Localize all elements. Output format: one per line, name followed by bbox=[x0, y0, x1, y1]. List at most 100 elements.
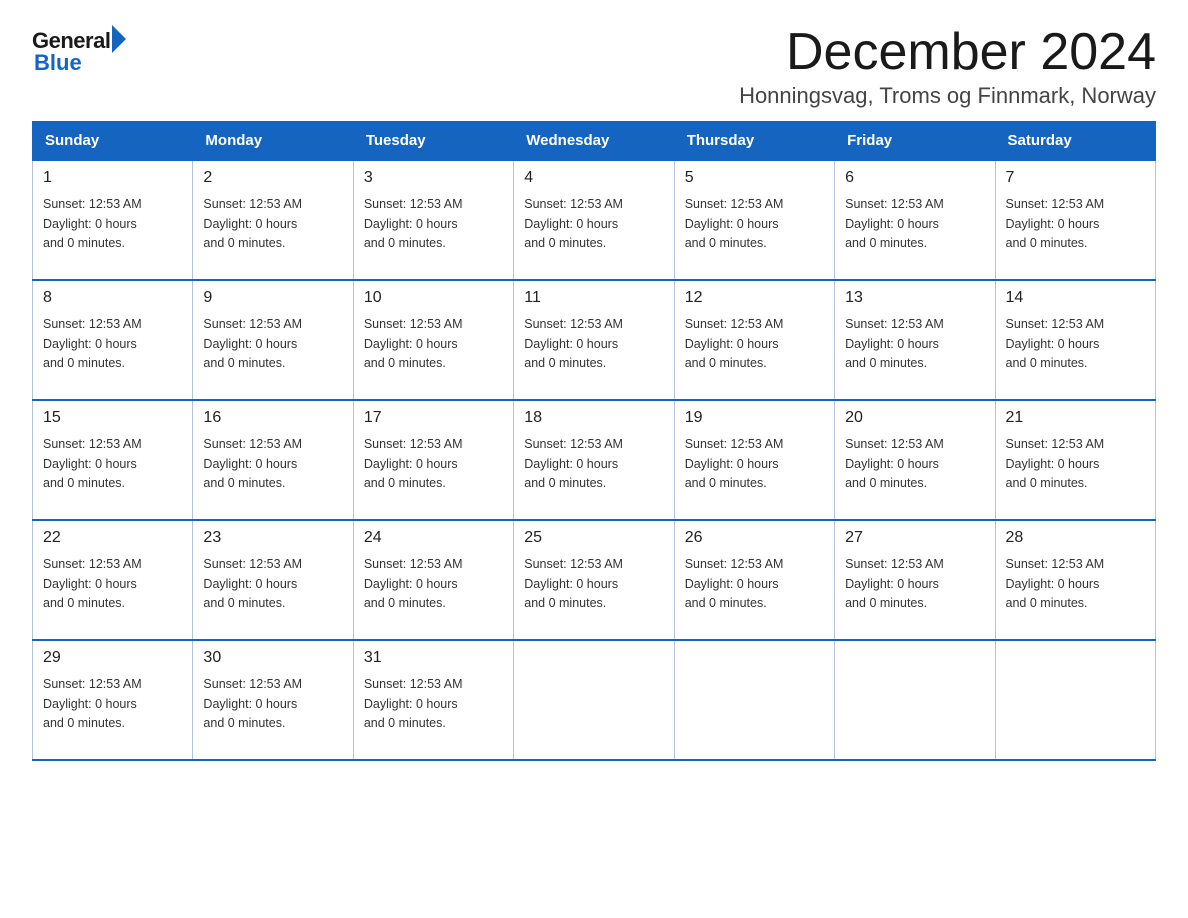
day-info: Sunset: 12:53 AM Daylight: 0 hours and 0… bbox=[203, 195, 342, 253]
day-number: 19 bbox=[685, 409, 824, 427]
calendar-cell-empty bbox=[995, 640, 1155, 760]
logo: General Blue bbox=[32, 28, 126, 76]
day-number: 3 bbox=[364, 169, 503, 187]
day-number: 8 bbox=[43, 289, 182, 307]
day-number: 20 bbox=[845, 409, 984, 427]
header-friday: Friday bbox=[835, 122, 995, 161]
day-number: 2 bbox=[203, 169, 342, 187]
day-info: Sunset: 12:53 AM Daylight: 0 hours and 0… bbox=[685, 555, 824, 613]
day-info: Sunset: 12:53 AM Daylight: 0 hours and 0… bbox=[845, 315, 984, 373]
week-row-2: 8 Sunset: 12:53 AM Daylight: 0 hours and … bbox=[33, 280, 1156, 400]
day-number: 5 bbox=[685, 169, 824, 187]
day-number: 31 bbox=[364, 649, 503, 667]
calendar-cell-20: 20 Sunset: 12:53 AM Daylight: 0 hours and… bbox=[835, 400, 995, 520]
day-number: 21 bbox=[1006, 409, 1145, 427]
calendar-cell-19: 19Sunset: 12:53 AM Daylight: 0 hours and… bbox=[674, 400, 834, 520]
day-info: Sunset: 12:53 AM Daylight: 0 hours and 0… bbox=[364, 195, 503, 253]
day-number: 16 bbox=[203, 409, 342, 427]
calendar-cell-31: 31 Sunset: 12:53 AM Daylight: 0 hours and… bbox=[353, 640, 513, 760]
day-number: 12 bbox=[685, 289, 824, 307]
day-info: Sunset: 12:53 AM Daylight: 0 hours and 0… bbox=[43, 195, 182, 253]
calendar-cell-18: 18 Sunset: 12:53 AM Daylight: 0 hours and… bbox=[514, 400, 674, 520]
calendar-cell-14: 14 Sunset: 12:53 AM Daylight: 0 hours and… bbox=[995, 280, 1155, 400]
day-number: 24 bbox=[364, 529, 503, 547]
calendar-cell-9: 9 Sunset: 12:53 AM Daylight: 0 hours and … bbox=[193, 280, 353, 400]
day-info: Sunset: 12:53 AM Daylight: 0 hours and 0… bbox=[1006, 315, 1145, 373]
day-number: 14 bbox=[1006, 289, 1145, 307]
calendar-cell-4: 4Sunset: 12:53 AM Daylight: 0 hours and … bbox=[514, 160, 674, 280]
header-saturday: Saturday bbox=[995, 122, 1155, 161]
day-info: Sunset: 12:53 AM Daylight: 0 hours and 0… bbox=[845, 435, 984, 493]
day-info: Sunset: 12:53 AM Daylight: 0 hours and 0… bbox=[845, 555, 984, 613]
day-info: Sunset: 12:53 AM Daylight: 0 hours and 0… bbox=[364, 435, 503, 493]
calendar-table: SundayMondayTuesdayWednesdayThursdayFrid… bbox=[32, 121, 1156, 761]
header-tuesday: Tuesday bbox=[353, 122, 513, 161]
day-info: Sunset: 12:53 AM Daylight: 0 hours and 0… bbox=[364, 675, 503, 733]
day-info: Sunset: 12:53 AM Daylight: 0 hours and 0… bbox=[845, 195, 984, 253]
logo-blue-text: Blue bbox=[34, 50, 82, 76]
calendar-cell-3: 3 Sunset: 12:53 AM Daylight: 0 hours and … bbox=[353, 160, 513, 280]
day-info: Sunset: 12:53 AM Daylight: 0 hours and 0… bbox=[1006, 555, 1145, 613]
day-number: 1 bbox=[43, 169, 182, 187]
page-header: General Blue December 2024 Honningsvag, … bbox=[32, 24, 1156, 109]
day-info: Sunset: 12:53 AM Daylight: 0 hours and 0… bbox=[43, 435, 182, 493]
day-info: Sunset: 12:53 AM Daylight: 0 hours and 0… bbox=[1006, 435, 1145, 493]
calendar-cell-empty bbox=[835, 640, 995, 760]
calendar-cell-27: 27 Sunset: 12:53 AM Daylight: 0 hours and… bbox=[835, 520, 995, 640]
day-info: Sunset: 12:53 AM Daylight: 0 hours and 0… bbox=[203, 315, 342, 373]
calendar-cell-22: 22 Sunset: 12:53 AM Daylight: 0 hours and… bbox=[33, 520, 193, 640]
day-info: Sunset: 12:53 AM Daylight: 0 hours and 0… bbox=[364, 555, 503, 613]
day-number: 26 bbox=[685, 529, 824, 547]
day-number: 10 bbox=[364, 289, 503, 307]
day-number: 11 bbox=[524, 289, 663, 307]
day-number: 13 bbox=[845, 289, 984, 307]
calendar-cell-2: 2 Sunset: 12:53 AM Daylight: 0 hours and … bbox=[193, 160, 353, 280]
week-row-3: 15 Sunset: 12:53 AM Daylight: 0 hours and… bbox=[33, 400, 1156, 520]
day-info: Sunset: 12:53 AM Daylight: 0 hours and 0… bbox=[43, 675, 182, 733]
day-info: Sunset: 12:53 AM Daylight: 0 hours and 0… bbox=[524, 435, 663, 493]
day-number: 15 bbox=[43, 409, 182, 427]
location-subtitle: Honningsvag, Troms og Finnmark, Norway bbox=[739, 83, 1156, 109]
header-monday: Monday bbox=[193, 122, 353, 161]
calendar-cell-12: 12 Sunset: 12:53 AM Daylight: 0 hours and… bbox=[674, 280, 834, 400]
calendar-cell-6: 6Sunset: 12:53 AM Daylight: 0 hours and … bbox=[835, 160, 995, 280]
day-number: 27 bbox=[845, 529, 984, 547]
weekday-header-row: SundayMondayTuesdayWednesdayThursdayFrid… bbox=[33, 122, 1156, 161]
day-info: Sunset: 12:53 AM Daylight: 0 hours and 0… bbox=[1006, 195, 1145, 253]
calendar-cell-7: 7 Sunset: 12:53 AM Daylight: 0 hours and … bbox=[995, 160, 1155, 280]
day-info: Sunset: 12:53 AM Daylight: 0 hours and 0… bbox=[43, 315, 182, 373]
calendar-cell-11: 11Sunset: 12:53 AM Daylight: 0 hours and… bbox=[514, 280, 674, 400]
day-info: Sunset: 12:53 AM Daylight: 0 hours and 0… bbox=[524, 555, 663, 613]
day-number: 22 bbox=[43, 529, 182, 547]
logo-triangle-icon bbox=[112, 25, 126, 53]
day-number: 28 bbox=[1006, 529, 1145, 547]
day-info: Sunset: 12:53 AM Daylight: 0 hours and 0… bbox=[43, 555, 182, 613]
calendar-cell-29: 29Sunset: 12:53 AM Daylight: 0 hours and… bbox=[33, 640, 193, 760]
day-number: 17 bbox=[364, 409, 503, 427]
week-row-1: 1 Sunset: 12:53 AM Daylight: 0 hours and … bbox=[33, 160, 1156, 280]
week-row-5: 29Sunset: 12:53 AM Daylight: 0 hours and… bbox=[33, 640, 1156, 760]
calendar-cell-25: 25 Sunset: 12:53 AM Daylight: 0 hours and… bbox=[514, 520, 674, 640]
title-section: December 2024 Honningsvag, Troms og Finn… bbox=[739, 24, 1156, 109]
calendar-cell-16: 16 Sunset: 12:53 AM Daylight: 0 hours and… bbox=[193, 400, 353, 520]
calendar-cell-10: 10Sunset: 12:53 AM Daylight: 0 hours and… bbox=[353, 280, 513, 400]
day-number: 9 bbox=[203, 289, 342, 307]
calendar-cell-8: 8 Sunset: 12:53 AM Daylight: 0 hours and … bbox=[33, 280, 193, 400]
calendar-cell-5: 5 Sunset: 12:53 AM Daylight: 0 hours and … bbox=[674, 160, 834, 280]
calendar-cell-21: 21 Sunset: 12:53 AM Daylight: 0 hours and… bbox=[995, 400, 1155, 520]
day-number: 25 bbox=[524, 529, 663, 547]
calendar-cell-17: 17 Sunset: 12:53 AM Daylight: 0 hours and… bbox=[353, 400, 513, 520]
day-info: Sunset: 12:53 AM Daylight: 0 hours and 0… bbox=[685, 315, 824, 373]
day-number: 30 bbox=[203, 649, 342, 667]
header-thursday: Thursday bbox=[674, 122, 834, 161]
day-number: 23 bbox=[203, 529, 342, 547]
day-number: 7 bbox=[1006, 169, 1145, 187]
day-info: Sunset: 12:53 AM Daylight: 0 hours and 0… bbox=[685, 195, 824, 253]
day-info: Sunset: 12:53 AM Daylight: 0 hours and 0… bbox=[203, 675, 342, 733]
calendar-cell-15: 15 Sunset: 12:53 AM Daylight: 0 hours and… bbox=[33, 400, 193, 520]
day-number: 18 bbox=[524, 409, 663, 427]
calendar-cell-empty bbox=[514, 640, 674, 760]
day-info: Sunset: 12:53 AM Daylight: 0 hours and 0… bbox=[203, 435, 342, 493]
calendar-cell-24: 24 Sunset: 12:53 AM Daylight: 0 hours and… bbox=[353, 520, 513, 640]
calendar-cell-30: 30 Sunset: 12:53 AM Daylight: 0 hours and… bbox=[193, 640, 353, 760]
